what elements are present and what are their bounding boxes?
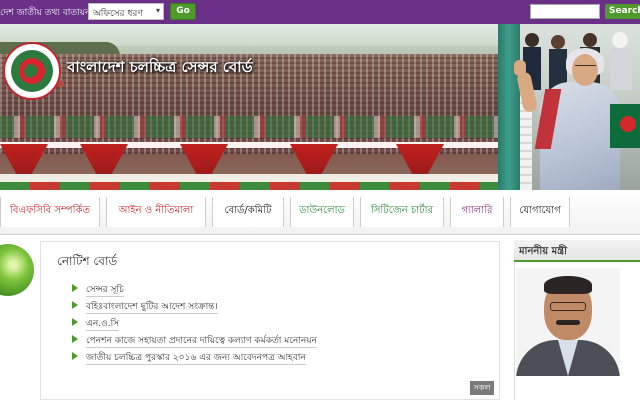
office-type-select-value: অফিসের ধরণ (93, 9, 143, 19)
main-nav: বিএফসিবি সম্পর্কিত আইন ও নীতিমালা বোর্ড/… (0, 190, 640, 235)
minister-heading: মাননীয় মন্ত্রী (519, 246, 567, 257)
portal-link[interactable]: দেশ জাতীয় তথ্য বাতায়ন (0, 5, 90, 20)
notice-item[interactable]: এন.ও.সি (72, 316, 317, 333)
nav-item-contact[interactable]: যোগাযোগ (510, 197, 570, 227)
decorative-orb (0, 244, 34, 296)
nav-item-download[interactable]: ডাউনলোড (290, 197, 354, 227)
notice-link[interactable]: সেন্সর সূচি (86, 285, 124, 297)
triangle-bullet-icon (72, 318, 78, 326)
nav-item-about[interactable]: বিএফসিবি সম্পর্কিত (0, 197, 100, 227)
notice-link[interactable]: এন.ও.সি (86, 319, 120, 331)
notice-item[interactable]: সেন্সর সূচি (72, 282, 317, 299)
site-title: বাংলাদেশ চলচ্চিত্র সেন্সর বোর্ড (67, 58, 253, 76)
office-type-select[interactable]: অফিসের ধরণ ▾ (88, 3, 164, 20)
nav-item-gallery[interactable]: গ্যালারি (450, 197, 504, 227)
minister-photo[interactable] (516, 268, 620, 376)
notice-item[interactable]: বহিঃবাংলাদেশ ছুটির আদেশ সংক্রান্ত। (72, 299, 317, 316)
nav-item-citizen-charter[interactable]: সিটিজেন চার্টার (360, 197, 444, 227)
notice-link[interactable]: বহিঃবাংলাদেশ ছুটির আদেশ সংক্রান্ত। (86, 302, 218, 314)
nav-item-law-policy[interactable]: আইন ও নীতিমালা (106, 197, 206, 227)
notice-link[interactable]: পেনশন কাজে সহায়তা প্রদানের দায়িত্বে কল… (86, 336, 317, 348)
search-input[interactable] (530, 4, 600, 19)
notice-link[interactable]: জাতীয় চলচ্চিত্র পুরস্কার ২০১৬ এর জন্য আ… (86, 353, 306, 365)
chevron-down-icon: ▾ (155, 6, 160, 15)
notice-item[interactable]: জাতীয় চলচ্চিত্র পুরস্কার ২০১৬ এর জন্য আ… (72, 350, 317, 367)
triangle-bullet-icon (72, 335, 78, 343)
go-button[interactable]: Go (170, 3, 196, 20)
triangle-bullet-icon (72, 301, 78, 309)
notice-item[interactable]: পেনশন কাজে সহায়তা প্রদানের দায়িত্বে কল… (72, 333, 317, 350)
nav-item-board-committee[interactable]: বোর্ড/কমিটি (212, 197, 284, 227)
header-banner (0, 24, 640, 190)
government-seal-logo[interactable] (3, 42, 61, 100)
notice-board-title: নোটিশ বোর্ড (57, 254, 118, 268)
search-button[interactable]: Search (605, 4, 640, 19)
notice-list: সেন্সর সূচি বহিঃবাংলাদেশ ছুটির আদেশ সংক্… (72, 282, 317, 367)
triangle-bullet-icon (72, 284, 78, 292)
bangladesh-flag-icon (610, 104, 640, 148)
all-notices-button[interactable]: সকল (470, 381, 494, 395)
triangle-bullet-icon (72, 352, 78, 360)
